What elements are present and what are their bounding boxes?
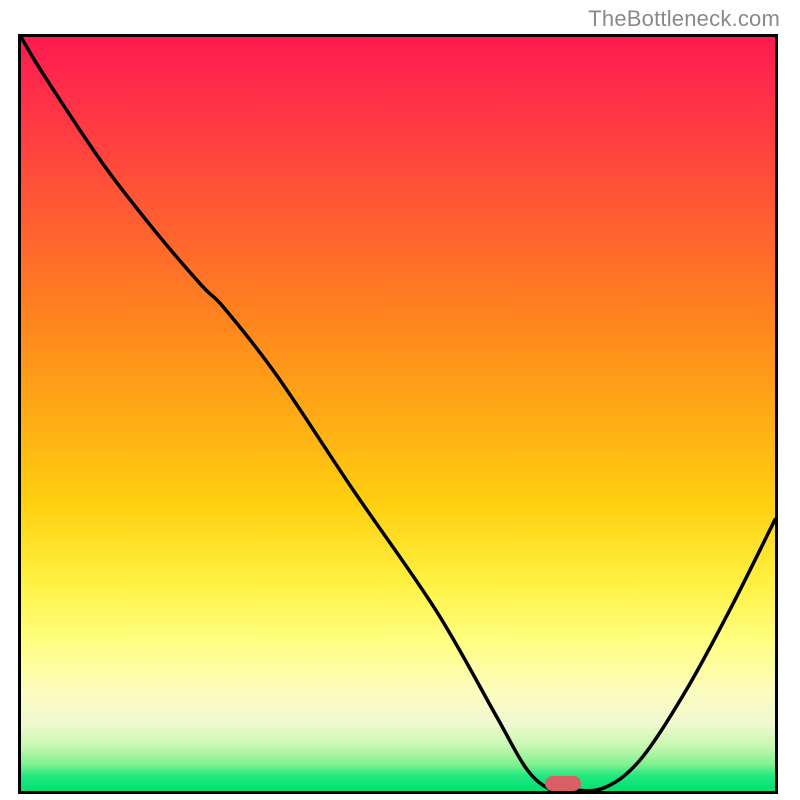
gradient-background	[21, 37, 775, 791]
chart-container: TheBottleneck.com	[0, 0, 800, 800]
chart-frame	[18, 34, 778, 794]
optimal-marker	[545, 776, 581, 791]
watermark-text: TheBottleneck.com	[588, 6, 780, 32]
